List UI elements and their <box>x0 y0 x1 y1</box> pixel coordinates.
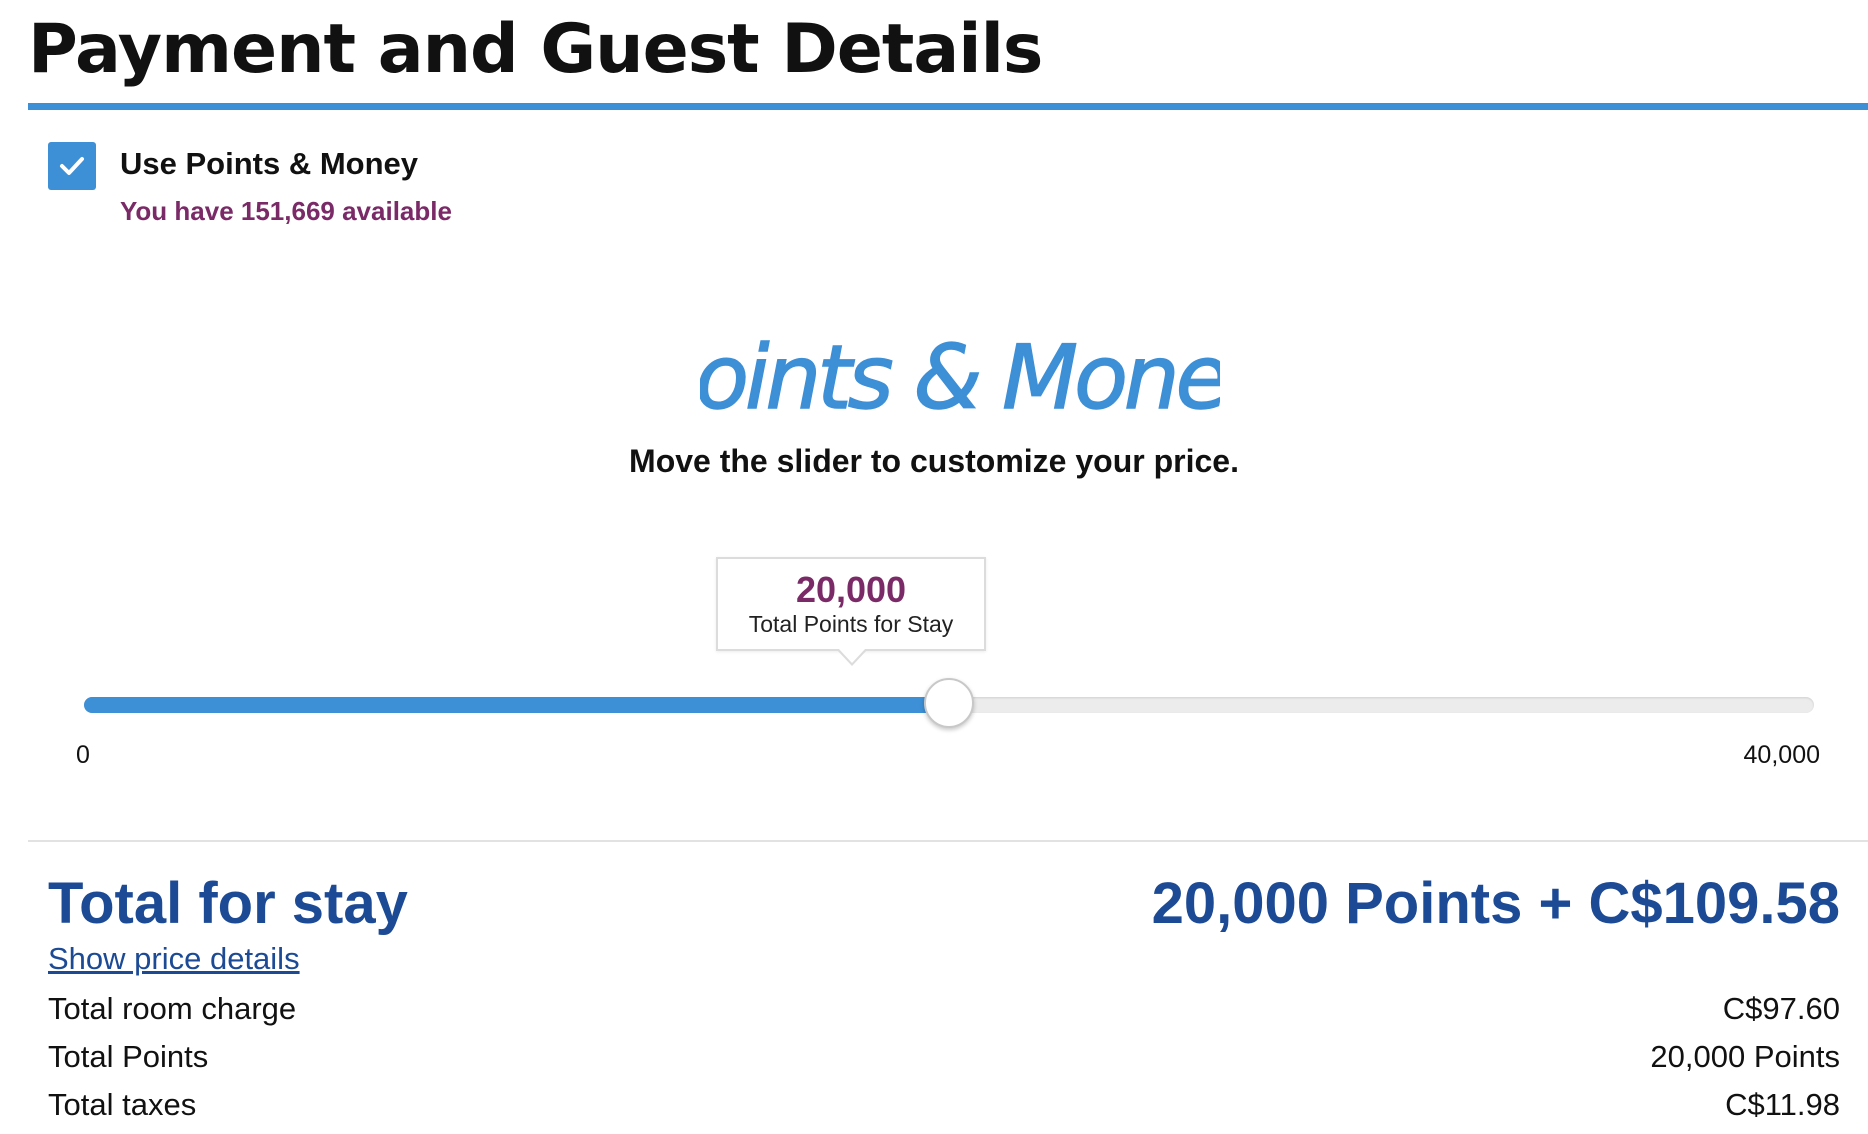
section-divider <box>28 840 1868 842</box>
price-row-taxes: Total taxes C$11.98 <box>48 1087 1840 1127</box>
points-slider-handle[interactable] <box>924 678 974 728</box>
title-divider <box>28 103 1868 110</box>
tooltip-points-label: Total Points for Stay <box>748 611 954 637</box>
use-points-label[interactable]: Use Points & Money <box>120 146 418 182</box>
slider-min-label: 0 <box>76 741 90 769</box>
slider-value-tooltip: 20,000 Total Points for Stay <box>716 557 986 651</box>
slider-instruction: Move the slider to customize your price. <box>629 443 1239 479</box>
tooltip-points-value: 20,000 <box>795 569 907 610</box>
price-row-label: Total Points <box>48 1039 209 1074</box>
tooltip-pointer-inner <box>838 648 866 663</box>
page-title: Payment and Guest Details <box>28 10 1043 89</box>
show-price-details-link[interactable]: Show price details <box>48 941 300 977</box>
price-row-value: C$11.98 <box>1725 1087 1840 1122</box>
points-slider-track[interactable] <box>84 678 1814 728</box>
points-available-text: You have 151,669 available <box>120 196 452 226</box>
use-points-checkbox[interactable] <box>48 142 96 190</box>
price-row-value: 20,000 Points <box>1650 1039 1840 1074</box>
price-row-value: C$97.60 <box>1722 991 1840 1026</box>
price-row-label: Total taxes <box>48 1087 197 1122</box>
total-for-stay-value: 20,000 Points + C$109.58 <box>1151 871 1840 936</box>
price-row-label: Total room charge <box>48 991 297 1026</box>
points-and-money-logo: Points & Money <box>700 325 1220 430</box>
slider-max-label: 40,000 <box>1743 741 1820 769</box>
price-row-total-points: Total Points 20,000 Points <box>48 1039 1840 1079</box>
price-row-room-charge: Total room charge C$97.60 <box>48 991 1840 1031</box>
total-for-stay-heading: Total for stay <box>48 871 408 936</box>
logo-text: Points & Money <box>700 326 1220 429</box>
checkmark-icon <box>60 157 84 175</box>
points-slider-fill <box>84 697 949 713</box>
